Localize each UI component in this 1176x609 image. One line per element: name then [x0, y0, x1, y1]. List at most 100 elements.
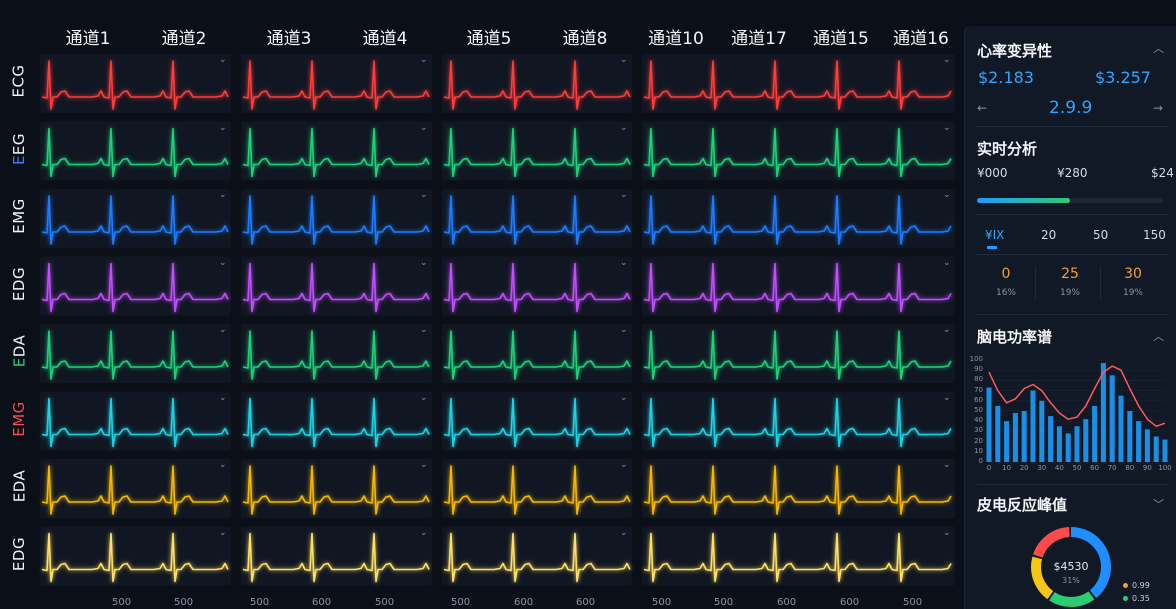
spectrum-bar — [986, 387, 992, 462]
hrv-center-value: 2.9.9 — [1049, 98, 1093, 118]
spectrum-bar — [1074, 426, 1080, 462]
waveform-panel[interactable] — [642, 121, 955, 181]
dropdown-chevron-icon[interactable]: ⌄ — [620, 393, 628, 403]
stat-pct-1: 16% — [995, 288, 1016, 298]
x-axis-tick: 100 — [1158, 464, 1172, 472]
divider — [977, 254, 1168, 255]
dropdown-chevron-icon[interactable]: ⌄ — [620, 55, 628, 65]
collapse-hrv-icon[interactable]: ︿ — [1153, 40, 1164, 56]
dropdown-chevron-icon[interactable]: ⌄ — [943, 325, 951, 335]
dropdown-chevron-icon[interactable]: ⌄ — [420, 528, 428, 538]
dropdown-chevron-icon[interactable]: ⌄ — [943, 528, 951, 538]
tab-20[interactable]: 20 — [1041, 228, 1056, 242]
spectrum-bar — [1092, 405, 1098, 462]
waveform-panel[interactable] — [442, 256, 632, 316]
signal-grid: 通道1 通道2 通道3 通道4 通道5 通道8 通道10 通道17 通道15 通道16 ECG EE… — [0, 0, 960, 609]
dropdown-chevron-icon[interactable]: ⌄ — [420, 123, 428, 133]
waveform-panel[interactable] — [642, 526, 955, 586]
spectrum-bar — [1004, 421, 1010, 462]
tab-50[interactable]: 50 — [1093, 228, 1108, 242]
dropdown-chevron-icon[interactable]: ⌄ — [620, 460, 628, 470]
dropdown-chevron-icon[interactable]: ⌄ — [943, 123, 951, 133]
waveform-panel[interactable] — [442, 54, 632, 113]
dropdown-chevron-icon[interactable]: ⌄ — [620, 258, 628, 268]
waveform-panel[interactable] — [40, 324, 231, 383]
expand-gsr-icon[interactable]: ﹀ — [1153, 496, 1164, 512]
waveform-panel[interactable] — [642, 256, 955, 316]
stat-value-3: 30 — [1124, 266, 1142, 282]
waveform-panel[interactable] — [241, 256, 432, 316]
waveform-panel[interactable] — [442, 189, 632, 248]
dropdown-chevron-icon[interactable]: ⌄ — [219, 258, 227, 268]
waveform-panel[interactable] — [442, 391, 632, 451]
dropdown-chevron-icon[interactable]: ⌄ — [219, 325, 227, 335]
gsr-legend-label: 0.99 — [1132, 581, 1150, 590]
waveform-panel[interactable] — [241, 391, 432, 451]
waveform-panel[interactable] — [40, 391, 231, 451]
x-axis-tick: 60 — [1090, 464, 1100, 472]
dropdown-chevron-icon[interactable]: ⌄ — [420, 325, 428, 335]
spectrum-bar — [1065, 433, 1071, 462]
dropdown-chevron-icon[interactable]: ⌄ — [943, 393, 951, 403]
dropdown-chevron-icon[interactable]: ⌄ — [219, 123, 227, 133]
dropdown-chevron-icon[interactable]: ⌄ — [420, 190, 428, 200]
dropdown-chevron-icon[interactable]: ⌄ — [420, 258, 428, 268]
waveform-panel[interactable] — [40, 121, 231, 181]
dropdown-chevron-icon[interactable]: ⌄ — [420, 460, 428, 470]
x-axis-tick: 500 — [174, 597, 194, 608]
dropdown-chevron-icon[interactable]: ⌄ — [420, 393, 428, 403]
dropdown-chevron-icon[interactable]: ⌄ — [219, 528, 227, 538]
waveform-panel[interactable] — [40, 54, 231, 113]
waveform-panel[interactable] — [442, 459, 632, 518]
waveform-panel[interactable] — [642, 324, 955, 383]
dropdown-chevron-icon[interactable]: ⌄ — [943, 258, 951, 268]
tab-ix[interactable]: ¥IX — [985, 228, 1004, 242]
dropdown-chevron-icon[interactable]: ⌄ — [943, 460, 951, 470]
waveform-panel[interactable] — [241, 324, 432, 383]
dropdown-chevron-icon[interactable]: ⌄ — [219, 460, 227, 470]
waveform-panel[interactable] — [442, 121, 632, 181]
dropdown-chevron-icon[interactable]: ⌄ — [620, 123, 628, 133]
realtime-label-3: $24 — [1151, 166, 1174, 180]
spectrum-bar — [1162, 439, 1168, 462]
dropdown-chevron-icon[interactable]: ⌄ — [219, 190, 227, 200]
dropdown-chevron-icon[interactable]: ⌄ — [219, 393, 227, 403]
waveform-panel[interactable] — [642, 189, 955, 248]
spectrum-bar — [995, 405, 1001, 462]
waveform-panel[interactable] — [241, 54, 432, 113]
waveform-panel[interactable] — [40, 526, 231, 586]
prev-arrow-icon[interactable]: ← — [977, 101, 987, 115]
waveform-panel[interactable] — [642, 54, 955, 113]
waveform-panel[interactable] — [241, 121, 432, 181]
x-axis-tick: 20 — [1019, 464, 1029, 472]
divider — [977, 314, 1168, 315]
waveform-panel[interactable] — [241, 189, 432, 248]
dropdown-chevron-icon[interactable]: ⌄ — [943, 55, 951, 65]
dropdown-chevron-icon[interactable]: ⌄ — [620, 528, 628, 538]
waveform-panel[interactable] — [241, 526, 432, 586]
dropdown-chevron-icon[interactable]: ⌄ — [943, 190, 951, 200]
x-axis-tick: 50 — [1072, 464, 1082, 472]
dropdown-chevron-icon[interactable]: ⌄ — [420, 55, 428, 65]
tab-150[interactable]: 150 — [1143, 228, 1166, 242]
dropdown-chevron-icon[interactable]: ⌄ — [219, 55, 227, 65]
divider — [977, 214, 1168, 215]
dropdown-chevron-icon[interactable]: ⌄ — [620, 190, 628, 200]
next-arrow-icon[interactable]: → — [1153, 101, 1163, 115]
dropdown-chevron-icon[interactable]: ⌄ — [620, 325, 628, 335]
stat-pct-3: 19% — [1122, 288, 1143, 298]
waveform-panel[interactable] — [40, 189, 231, 248]
divider — [1100, 266, 1101, 300]
waveform-panel[interactable] — [241, 459, 432, 518]
waveform-panel[interactable] — [642, 391, 955, 451]
x-axis-tick: 10 — [1002, 464, 1012, 472]
collapse-spectrum-icon[interactable]: ︿ — [1153, 328, 1164, 344]
waveform-panel[interactable] — [642, 459, 955, 518]
waveform-panel[interactable] — [442, 526, 632, 586]
stat-value-1: 0 — [1001, 266, 1011, 282]
waveform-panel[interactable] — [40, 459, 231, 518]
gsr-legend-label: 0.35 — [1132, 594, 1150, 603]
spectrum-bar — [1109, 375, 1115, 462]
waveform-panel[interactable] — [442, 324, 632, 383]
waveform-panel[interactable] — [40, 256, 231, 316]
